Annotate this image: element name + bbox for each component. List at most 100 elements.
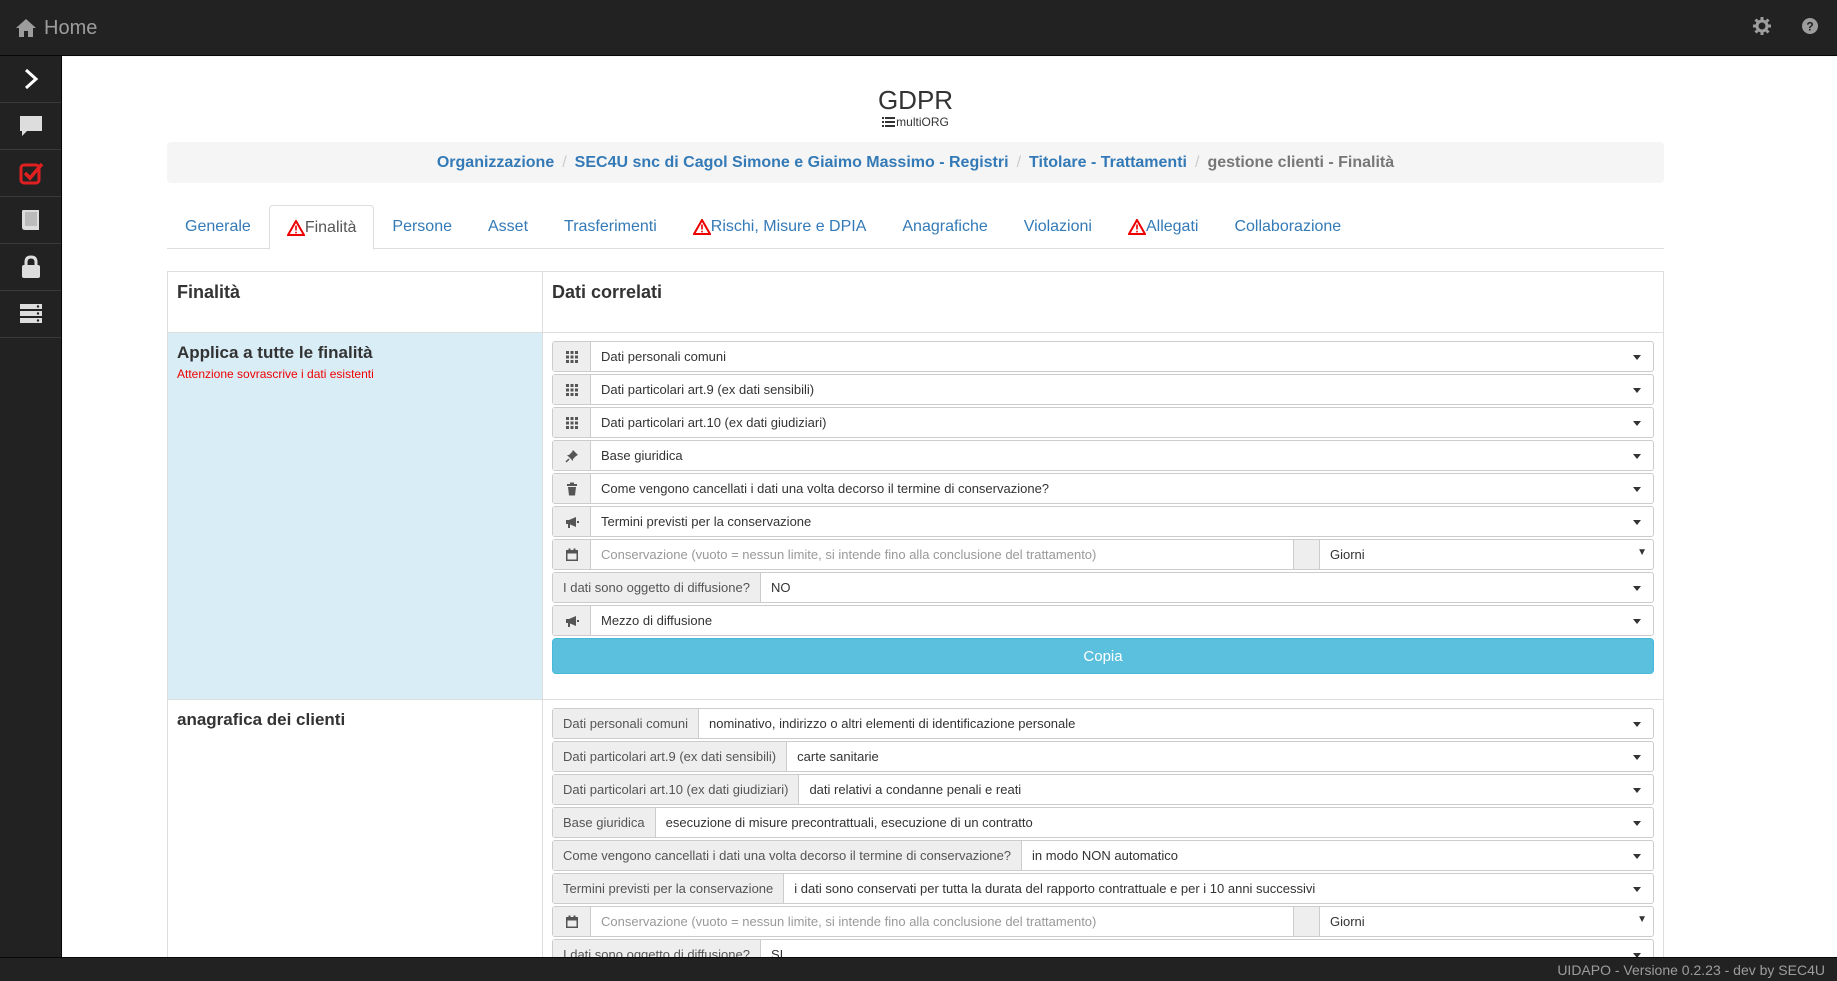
question-icon[interactable]: ? bbox=[1800, 16, 1820, 36]
caret-down-icon bbox=[1633, 854, 1641, 859]
tab-persone[interactable]: Persone bbox=[374, 205, 470, 249]
unit-select[interactable]: Giorni ▼ bbox=[1320, 540, 1653, 569]
lock-icon bbox=[21, 255, 40, 278]
pushpin-icon bbox=[564, 449, 578, 463]
footer: UIDAPO - Versione 0.2.23 - dev by SEC4U bbox=[0, 957, 1837, 981]
caret-down-icon bbox=[1633, 355, 1641, 360]
th-icon bbox=[565, 416, 578, 429]
tab-collaborazione[interactable]: Collaborazione bbox=[1216, 205, 1359, 249]
svg-text:?: ? bbox=[1806, 20, 1813, 34]
warning-icon bbox=[692, 219, 711, 235]
dati-art10-select[interactable]: Dati particolari art.10 (ex dati giudizi… bbox=[552, 407, 1654, 438]
sidebar-item-security[interactable] bbox=[0, 244, 61, 291]
top-navbar: Home ? bbox=[0, 0, 1837, 56]
base-giuridica-select[interactable]: Base giuridica bbox=[552, 440, 1654, 471]
copy-button[interactable]: Copia bbox=[552, 638, 1654, 674]
th-icon bbox=[565, 350, 578, 363]
warning-icon bbox=[1127, 219, 1146, 235]
page-subtitle: multiORG bbox=[167, 115, 1664, 129]
calendar-icon bbox=[565, 548, 578, 561]
bullhorn-icon bbox=[565, 615, 579, 627]
caret-down-icon bbox=[1633, 755, 1641, 760]
caret-down-icon bbox=[1633, 586, 1641, 591]
breadcrumb: Organizzazione / SEC4U snc di Cagol Simo… bbox=[167, 142, 1664, 183]
tab-rischi[interactable]: Rischi, Misure e DPIA bbox=[675, 205, 885, 249]
breadcrumb-current: gestione clienti - Finalità bbox=[1207, 153, 1395, 171]
dati-art9-select[interactable]: Dati particolari art.9 (ex dati sensibil… bbox=[552, 741, 1654, 772]
tab-violazioni[interactable]: Violazioni bbox=[1006, 205, 1110, 249]
trash-icon bbox=[566, 482, 577, 495]
sidebar-item-messages[interactable] bbox=[0, 103, 61, 150]
home-link[interactable]: Home bbox=[14, 14, 97, 42]
tab-finalita[interactable]: Finalità bbox=[268, 205, 375, 250]
tab-anagrafiche[interactable]: Anagrafiche bbox=[884, 205, 1005, 249]
chevron-right-icon bbox=[24, 68, 38, 90]
termini-select[interactable]: Termini previsti per la conservazione i … bbox=[552, 873, 1654, 904]
caret-down-icon bbox=[1633, 788, 1641, 793]
cancellazione-select[interactable]: Come vengono cancellati i dati una volta… bbox=[552, 473, 1654, 504]
conservazione-input[interactable]: Conservazione (vuoto = nessun limite, si… bbox=[591, 540, 1294, 569]
caret-down-icon bbox=[1633, 487, 1641, 492]
calendar-icon bbox=[565, 915, 578, 928]
finalita-row: anagrafica dei clienti Dati personali co… bbox=[168, 699, 1663, 957]
sidebar-toggle[interactable] bbox=[0, 56, 61, 103]
caret-down-icon bbox=[1633, 619, 1641, 624]
tab-bar: Generale Finalità Persone Asset Trasferi… bbox=[167, 205, 1664, 250]
caret-down-icon bbox=[1633, 821, 1641, 826]
breadcrumb-organizzazione[interactable]: Organizzazione bbox=[437, 154, 554, 172]
caret-down-icon bbox=[1633, 722, 1641, 727]
breadcrumb-registri[interactable]: SEC4U snc di Cagol Simone e Giaimo Massi… bbox=[575, 154, 1009, 172]
main-content: GDPR multiORG Organizzazione / SEC4U snc… bbox=[63, 57, 1837, 957]
caret-down-icon bbox=[1633, 388, 1641, 393]
diffusione-select[interactable]: I dati sono oggetto di diffusione? NO bbox=[552, 572, 1654, 603]
unit-select[interactable]: Giorni ▼ bbox=[1320, 907, 1653, 936]
apply-all-row: Applica a tutte le finalità Attenzione s… bbox=[168, 332, 1663, 699]
home-label: Home bbox=[44, 16, 98, 39]
conservazione-group: Conservazione (vuoto = nessun limite, si… bbox=[552, 539, 1654, 570]
sidebar-item-registry[interactable] bbox=[0, 197, 61, 244]
tab-allegati[interactable]: Allegati bbox=[1110, 205, 1216, 249]
base-giuridica-select[interactable]: Base giuridica esecuzione di misure prec… bbox=[552, 807, 1654, 838]
dati-art10-select[interactable]: Dati particolari art.10 (ex dati giudizi… bbox=[552, 774, 1654, 805]
th-icon bbox=[565, 383, 578, 396]
home-icon bbox=[16, 19, 36, 37]
caret-down-icon bbox=[1633, 520, 1641, 525]
overwrite-warning: Attenzione sovrascrive i dati esistenti bbox=[177, 367, 374, 381]
version-text: UIDAPO - Versione 0.2.23 - dev by SEC4U bbox=[1557, 962, 1825, 978]
comment-icon bbox=[19, 116, 42, 136]
finalita-table: Finalità Dati correlati Applica a tutte … bbox=[167, 271, 1664, 957]
check-square-icon bbox=[19, 162, 43, 185]
warning-icon bbox=[286, 219, 305, 236]
mezzo-select[interactable]: Mezzo di diffusione bbox=[552, 605, 1654, 636]
cancellazione-select[interactable]: Come vengono cancellati i dati una volta… bbox=[552, 840, 1654, 871]
column-header-dati: Dati correlati bbox=[552, 282, 663, 302]
sidebar-item-tasks[interactable] bbox=[0, 150, 61, 197]
diffusione-select[interactable]: I dati sono oggetto di diffusione? SI bbox=[552, 939, 1654, 957]
gear-icon[interactable] bbox=[1752, 16, 1772, 36]
table-header: Finalità Dati correlati bbox=[168, 272, 1663, 332]
tab-generale[interactable]: Generale bbox=[167, 205, 269, 249]
caret-down-icon: ▼ bbox=[1637, 914, 1647, 925]
conservazione-input[interactable]: Conservazione (vuoto = nessun limite, si… bbox=[591, 907, 1294, 936]
caret-down-icon bbox=[1633, 421, 1641, 426]
sidebar bbox=[0, 56, 62, 957]
termini-select[interactable]: Termini previsti per la conservazione bbox=[552, 506, 1654, 537]
breadcrumb-trattamenti[interactable]: Titolare - Trattamenti bbox=[1029, 154, 1187, 172]
caret-down-icon bbox=[1633, 454, 1641, 459]
tab-trasferimenti[interactable]: Trasferimenti bbox=[546, 205, 675, 249]
tab-asset[interactable]: Asset bbox=[470, 205, 546, 249]
page-title: GDPR bbox=[877, 85, 954, 115]
dati-comuni-select[interactable]: Dati personali comuni nominativo, indiri… bbox=[552, 708, 1654, 739]
dati-art9-select[interactable]: Dati particolari art.9 (ex dati sensibil… bbox=[552, 374, 1654, 405]
book-icon bbox=[21, 210, 39, 230]
conservazione-group: Conservazione (vuoto = nessun limite, si… bbox=[552, 906, 1654, 937]
sidebar-item-servers[interactable] bbox=[0, 291, 61, 338]
apply-all-title: Applica a tutte le finalità bbox=[177, 343, 373, 362]
bullhorn-icon bbox=[565, 516, 579, 528]
column-header-finalita: Finalità bbox=[168, 272, 543, 332]
list-icon bbox=[882, 117, 896, 127]
finalita-title: anagrafica dei clienti bbox=[177, 710, 346, 729]
server-icon bbox=[19, 304, 42, 323]
caret-down-icon bbox=[1633, 887, 1641, 892]
dati-comuni-select[interactable]: Dati personali comuni bbox=[552, 341, 1654, 372]
